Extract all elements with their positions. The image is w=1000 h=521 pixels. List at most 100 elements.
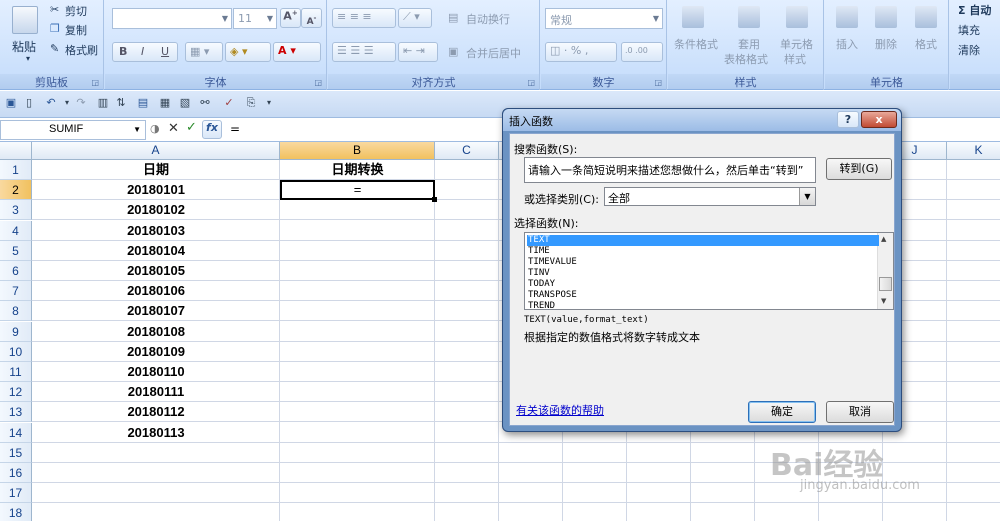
export-icon[interactable]: ⎘ [244,96,258,110]
italic-button[interactable]: I [141,45,144,58]
cancel-entry-icon[interactable]: ✕ [168,121,179,136]
formula-input[interactable]: = [230,122,240,136]
active-cell-b2[interactable]: = [280,180,435,201]
spelling-icon[interactable]: ✓ [222,96,236,110]
format-button[interactable]: 格式 [915,36,937,52]
function-list-item[interactable]: TIMEVALUE [527,257,879,268]
redo-icon[interactable]: ↷ [74,96,88,110]
fill-color-button[interactable]: ◈ ▾ [225,42,271,62]
merge-icon[interactable]: ▣ [448,45,458,58]
row-header-13[interactable]: 13 [0,402,32,423]
number-launcher-icon[interactable]: ◲ [654,78,662,87]
scroll-down-icon[interactable]: ▼ [881,297,886,305]
row-header-2[interactable]: 2 [0,180,32,201]
date-cell[interactable]: 20180101 [32,180,280,200]
chart-icon[interactable]: ▥ [96,96,110,110]
row-header-12[interactable]: 12 [0,382,32,403]
column-header-k[interactable]: K [947,142,1000,160]
font-size-combo[interactable]: 11 ▼ [233,8,277,29]
clipboard-launcher-icon[interactable]: ◲ [91,78,99,87]
date-cell[interactable]: 20180108 [32,322,280,342]
date-cell[interactable]: 20180113 [32,423,280,443]
font-name-combo[interactable]: ▼ [112,8,232,29]
function-list-item[interactable]: TIME [527,246,879,257]
category-select[interactable]: 全部 ▼ [604,187,816,206]
number-format-combo[interactable]: 常规 ▼ [545,8,663,29]
insert-button[interactable]: 插入 [836,36,858,52]
paste-dropdown-icon[interactable]: ▾ [26,54,30,63]
confirm-entry-icon[interactable]: ✓ [186,120,197,135]
chevron-down-icon[interactable]: ▼ [799,188,815,205]
row-header-9[interactable]: 9 [0,321,32,342]
function-list-item[interactable]: TRANSPOSE [527,290,879,301]
row-header-14[interactable]: 14 [0,422,32,443]
ok-button[interactable]: 确定 [748,401,816,423]
insert-icon[interactable] [836,6,858,28]
undo-icon[interactable]: ↶ [44,96,58,110]
help-icon[interactable]: ? [837,111,859,128]
row-header-8[interactable]: 8 [0,301,32,322]
date-cell[interactable]: 20180111 [32,382,280,402]
copy-button[interactable]: 复制 [65,22,87,38]
alignment-launcher-icon[interactable]: ◲ [527,78,535,87]
autosum-button[interactable]: Σ 自动 [958,2,991,18]
function-list-item[interactable]: TREND [527,301,879,309]
scrollbar-thumb[interactable] [879,277,892,291]
function-help-link[interactable]: 有关该函数的帮助 [516,402,604,418]
orientation-button[interactable]: ⟋ ▾ [398,8,432,28]
row-header-1[interactable]: 1 [0,160,32,180]
row-header-15[interactable]: 15 [0,442,32,463]
paste-button[interactable]: 粘贴 [12,38,36,55]
shrink-font-button[interactable]: A- [301,8,322,28]
undo-dropdown-icon[interactable]: ▾ [60,96,74,110]
row-header-17[interactable]: 17 [0,483,32,504]
close-icon[interactable]: x [861,111,897,128]
form-icon[interactable]: ▦ [158,96,172,110]
link-icon[interactable]: ⚯ [198,96,212,110]
save-icon[interactable]: ▣ [4,96,18,110]
date-cell[interactable]: 20180107 [32,301,280,321]
cell-b1-header[interactable]: 日期转换 [280,160,435,180]
date-cell[interactable]: 20180103 [32,221,280,241]
font-launcher-icon[interactable]: ◲ [314,78,322,87]
new-icon[interactable]: ▯ [22,96,36,110]
function-list[interactable]: ▲ ▼ TEXT TIME TIMEVALUE TINV TODAY TRANSPOSE T… [524,232,894,310]
cut-button[interactable]: 剪切 [65,3,87,19]
row-header-16[interactable]: 16 [0,463,32,483]
row-header-18[interactable]: 18 [0,503,32,521]
fill-button[interactable]: 填充 [958,22,980,38]
row-header-6[interactable]: 6 [0,261,32,281]
clear-button[interactable]: 清除 [958,42,980,58]
date-cell[interactable]: 20180102 [32,200,280,220]
wrap-text-icon[interactable]: ▤ [448,11,458,24]
format-icon[interactable] [915,6,937,28]
delete-button[interactable]: 删除 [875,36,897,52]
font-color-button[interactable]: A ▾ [273,42,321,62]
cell-styles-line2[interactable]: 样式 [784,51,806,67]
column-header-c[interactable]: C [435,142,499,160]
cut-icon[interactable]: ✂ [50,3,59,16]
go-button[interactable]: 转到(G) [826,158,892,180]
sort-icon[interactable]: ⇅ [114,96,128,110]
copy-icon[interactable]: ❐ [50,22,60,35]
cell-styles-icon[interactable] [786,6,808,28]
table-format-icon[interactable] [738,6,760,28]
format-painter-icon[interactable]: ✎ [50,42,59,55]
date-cell[interactable]: 20180104 [32,241,280,261]
date-cell[interactable]: 20180105 [32,261,280,281]
formula-bar-handle-icon[interactable]: ◑ [150,122,160,135]
number-style-buttons[interactable]: ◫ · % , [545,42,617,62]
insert-function-button[interactable]: fx [202,120,222,139]
format-table-line2[interactable]: 表格格式 [724,51,768,67]
conditional-format-button[interactable]: 条件格式 [674,36,718,52]
horizontal-align-buttons[interactable]: ☰ ☰ ☰ [332,42,396,62]
border-button[interactable]: ▦ ▾ [185,42,223,62]
vertical-align-buttons[interactable]: ≡ ≡ ≡ [332,8,396,28]
indent-buttons[interactable]: ⇤ ⇥ [398,42,438,62]
function-list-item[interactable]: TEXT [527,235,879,246]
name-box[interactable]: SUMIF ▼ [0,120,146,140]
row-header-5[interactable]: 5 [0,240,32,261]
toolbar-icon[interactable]: ▧ [178,96,192,110]
cell-a1-header[interactable]: 日期 [32,160,280,180]
row-header-4[interactable]: 4 [0,220,32,241]
